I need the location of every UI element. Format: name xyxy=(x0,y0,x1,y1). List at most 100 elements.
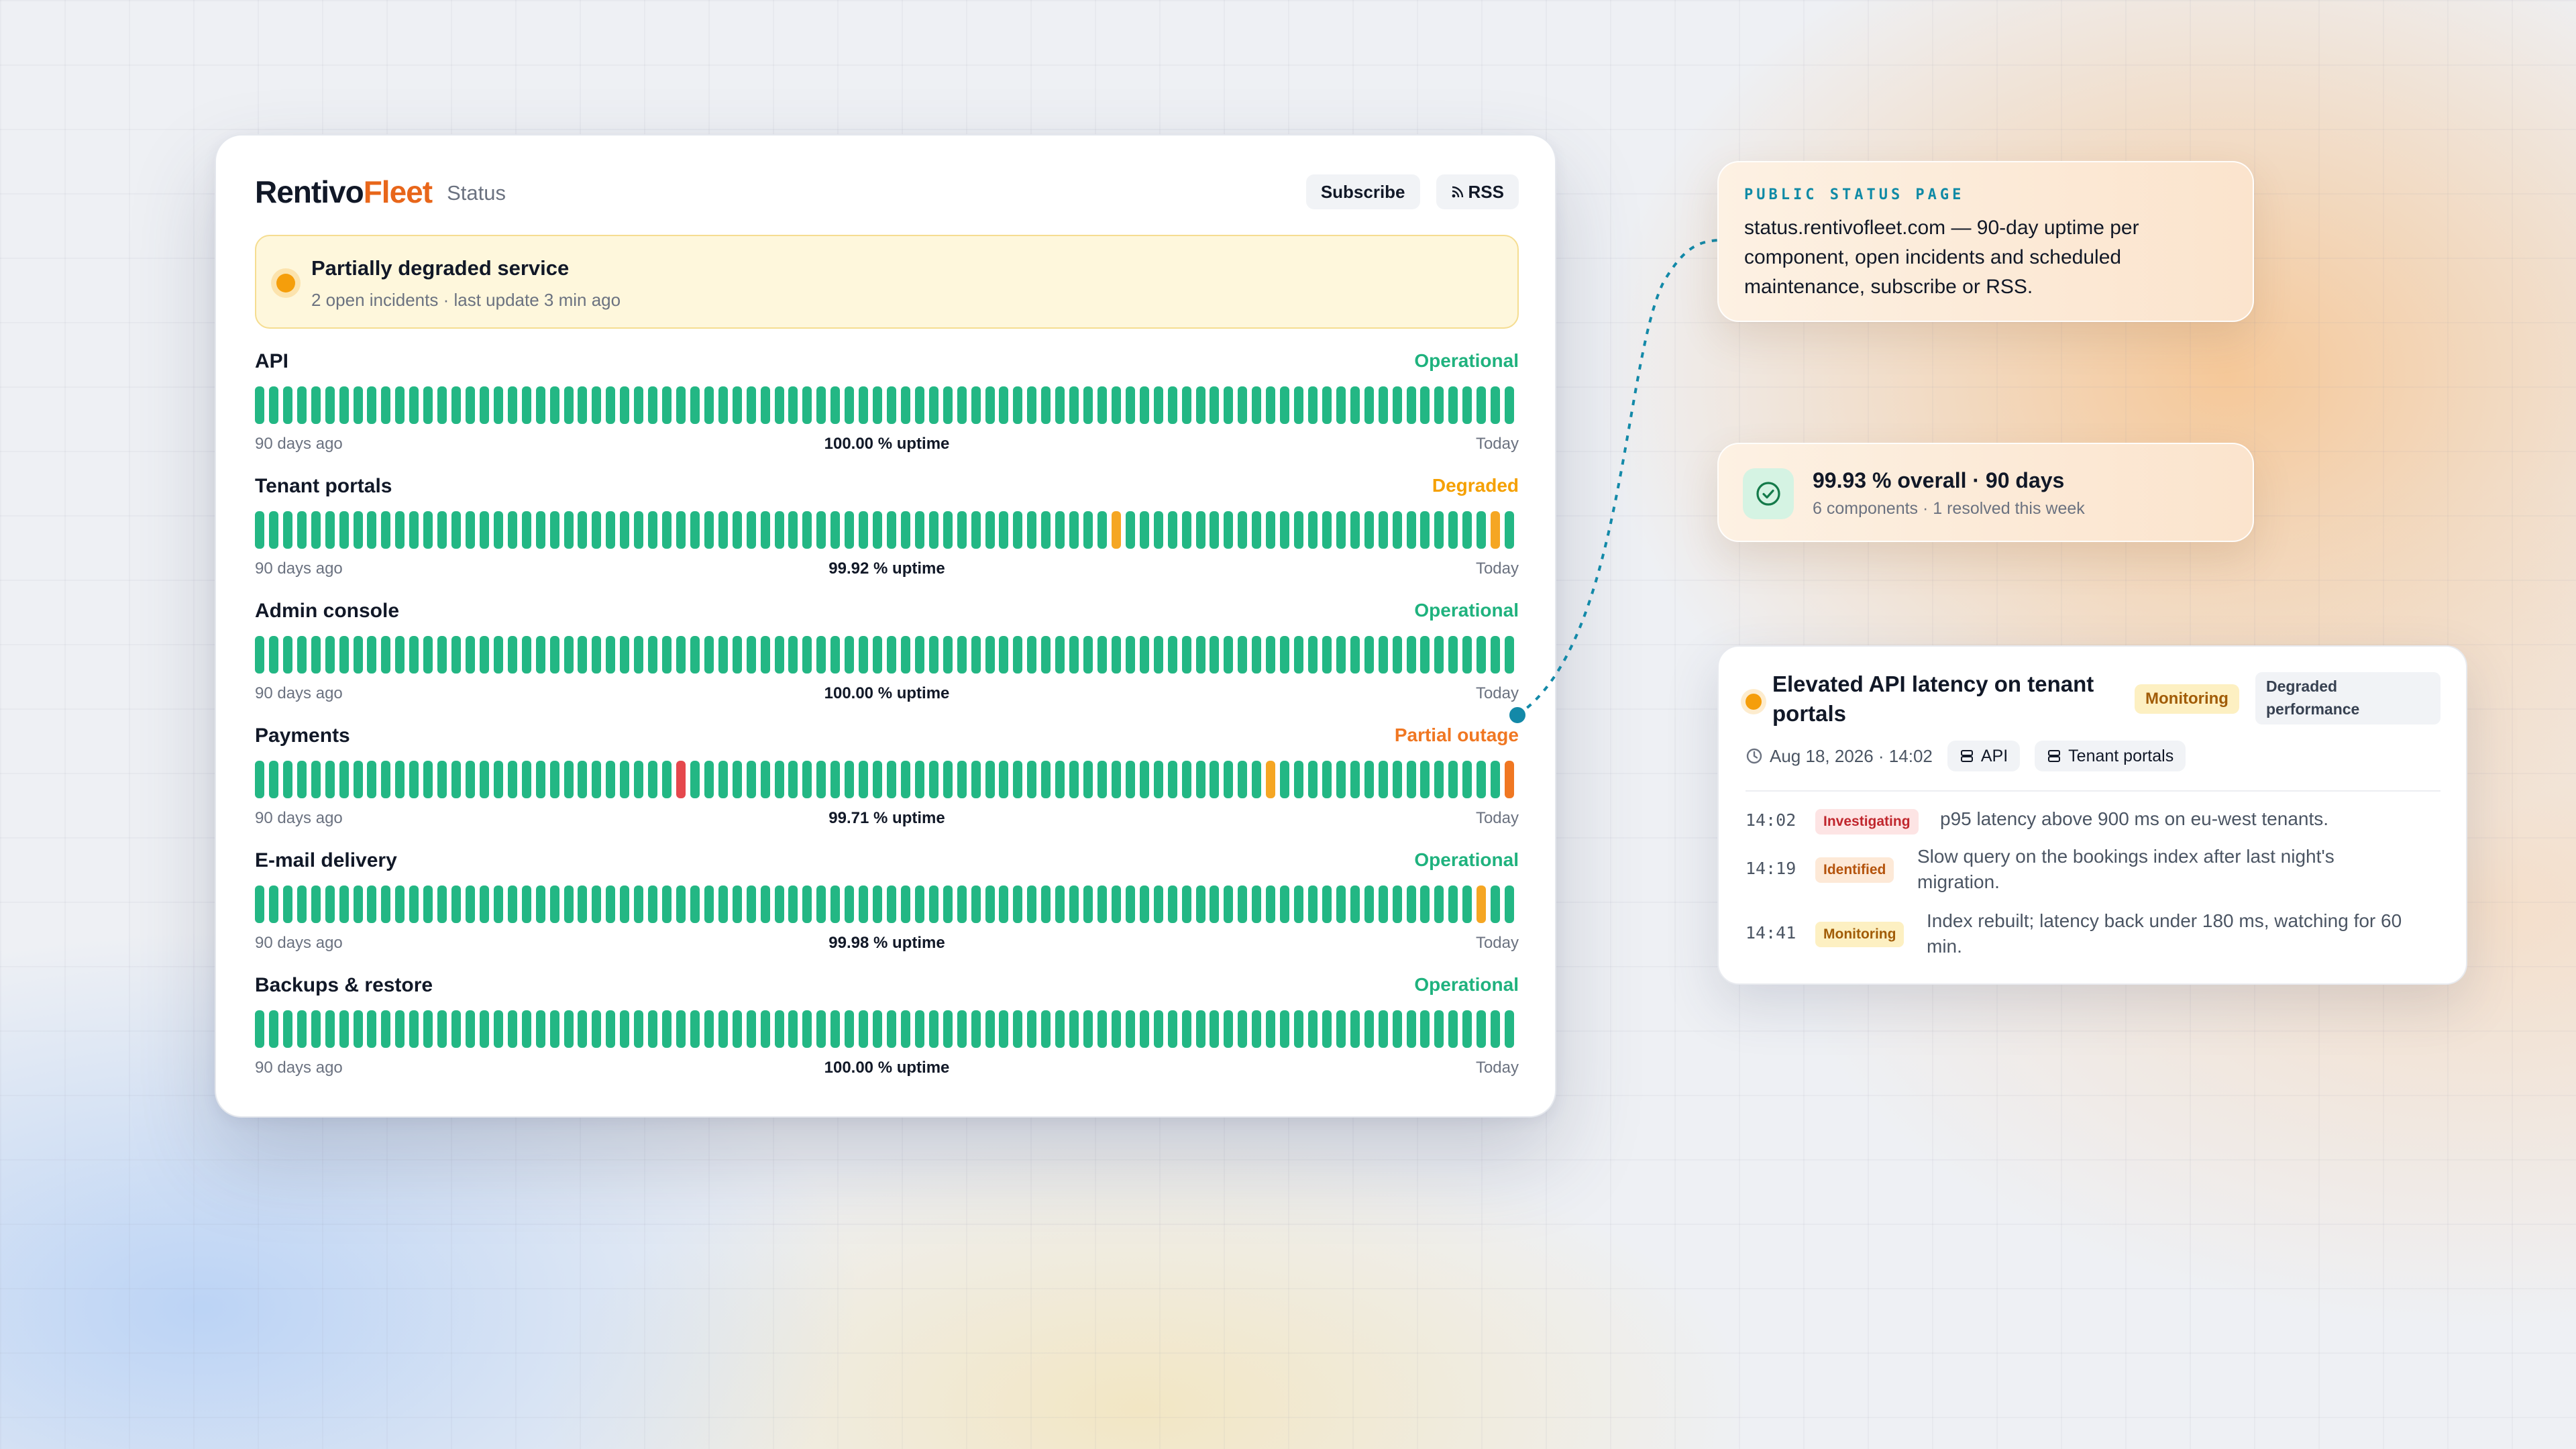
uptime-bar[interactable] xyxy=(704,636,714,674)
uptime-bar[interactable] xyxy=(760,386,770,424)
uptime-bar[interactable] xyxy=(1448,1010,1458,1048)
uptime-bar[interactable] xyxy=(1350,885,1360,923)
uptime-bar[interactable] xyxy=(830,1010,841,1048)
uptime-bar[interactable] xyxy=(774,885,784,923)
uptime-bar[interactable] xyxy=(1027,761,1037,798)
brand-logo[interactable]: RentivoFleet xyxy=(255,174,433,210)
uptime-bar[interactable] xyxy=(985,885,995,923)
uptime-bar[interactable] xyxy=(578,885,588,923)
uptime-bar[interactable] xyxy=(325,1010,335,1048)
uptime-bar[interactable] xyxy=(1041,761,1051,798)
uptime-bar[interactable] xyxy=(549,885,559,923)
uptime-bar[interactable] xyxy=(914,1010,924,1048)
uptime-bar[interactable] xyxy=(1336,636,1346,674)
uptime-bar[interactable] xyxy=(648,761,658,798)
uptime-bar[interactable] xyxy=(760,636,770,674)
uptime-bar-incident[interactable] xyxy=(1477,885,1487,923)
uptime-bar[interactable] xyxy=(297,636,307,674)
uptime-bar[interactable] xyxy=(1083,386,1093,424)
uptime-bar[interactable] xyxy=(676,885,686,923)
uptime-bar[interactable] xyxy=(900,386,910,424)
uptime-bar[interactable] xyxy=(634,1010,644,1048)
uptime-bar[interactable] xyxy=(928,761,938,798)
uptime-bar[interactable] xyxy=(1252,885,1262,923)
uptime-bar[interactable] xyxy=(493,636,503,674)
uptime-bar[interactable] xyxy=(437,761,447,798)
uptime-bar[interactable] xyxy=(367,386,377,424)
uptime-bar[interactable] xyxy=(816,636,826,674)
uptime-bar[interactable] xyxy=(1434,761,1444,798)
uptime-bar[interactable] xyxy=(353,511,363,549)
uptime-bar[interactable] xyxy=(381,761,391,798)
uptime-bar[interactable] xyxy=(311,885,321,923)
uptime-bar[interactable] xyxy=(1491,885,1501,923)
uptime-bar[interactable] xyxy=(1378,636,1388,674)
uptime-bar[interactable] xyxy=(1153,761,1163,798)
uptime-bar[interactable] xyxy=(873,636,883,674)
uptime-bar[interactable] xyxy=(1420,885,1430,923)
uptime-bar[interactable] xyxy=(802,511,812,549)
uptime-bar[interactable] xyxy=(1491,386,1501,424)
uptime-bar[interactable] xyxy=(1462,386,1472,424)
uptime-bar[interactable] xyxy=(1322,511,1332,549)
uptime-bar[interactable] xyxy=(873,386,883,424)
uptime-bar[interactable] xyxy=(1139,386,1149,424)
uptime-bar[interactable] xyxy=(606,636,616,674)
uptime-bar[interactable] xyxy=(999,386,1009,424)
uptime-bar-incident[interactable] xyxy=(1491,511,1501,549)
uptime-bar[interactable] xyxy=(620,636,630,674)
uptime-bar[interactable] xyxy=(1069,885,1079,923)
uptime-bar-incident[interactable] xyxy=(1266,761,1276,798)
uptime-bar[interactable] xyxy=(578,1010,588,1048)
uptime-bar[interactable] xyxy=(760,885,770,923)
uptime-bar[interactable] xyxy=(802,1010,812,1048)
uptime-bar[interactable] xyxy=(535,1010,545,1048)
uptime-bar[interactable] xyxy=(1083,511,1093,549)
uptime-bar[interactable] xyxy=(282,885,292,923)
uptime-bar[interactable] xyxy=(451,386,462,424)
uptime-bar-incident[interactable] xyxy=(1505,761,1515,798)
uptime-bar[interactable] xyxy=(1322,761,1332,798)
uptime-bar[interactable] xyxy=(1167,885,1177,923)
uptime-bar[interactable] xyxy=(1420,761,1430,798)
uptime-bar[interactable] xyxy=(1224,885,1234,923)
uptime-bar[interactable] xyxy=(746,1010,756,1048)
uptime-bar[interactable] xyxy=(830,885,841,923)
uptime-bar[interactable] xyxy=(549,761,559,798)
uptime-bar[interactable] xyxy=(1027,636,1037,674)
uptime-bar[interactable] xyxy=(367,636,377,674)
uptime-bar[interactable] xyxy=(1013,761,1023,798)
uptime-bar[interactable] xyxy=(1294,885,1304,923)
uptime-bar[interactable] xyxy=(1266,511,1276,549)
uptime-bar[interactable] xyxy=(325,761,335,798)
uptime-bar[interactable] xyxy=(718,761,728,798)
uptime-bar[interactable] xyxy=(732,636,742,674)
uptime-bar[interactable] xyxy=(845,885,855,923)
uptime-bar[interactable] xyxy=(578,386,588,424)
uptime-bar[interactable] xyxy=(423,511,433,549)
uptime-bar[interactable] xyxy=(690,636,700,674)
uptime-bar[interactable] xyxy=(521,1010,531,1048)
uptime-bar[interactable] xyxy=(1252,511,1262,549)
uptime-bar[interactable] xyxy=(1210,636,1220,674)
uptime-bar[interactable] xyxy=(971,761,981,798)
uptime-bar[interactable] xyxy=(914,636,924,674)
uptime-bar[interactable] xyxy=(971,636,981,674)
uptime-bar[interactable] xyxy=(451,636,462,674)
uptime-bar[interactable] xyxy=(1210,1010,1220,1048)
uptime-bar[interactable] xyxy=(1181,386,1191,424)
uptime-bar[interactable] xyxy=(521,761,531,798)
uptime-bar[interactable] xyxy=(535,636,545,674)
uptime-bar[interactable] xyxy=(634,885,644,923)
uptime-bar[interactable] xyxy=(395,761,405,798)
uptime-bar[interactable] xyxy=(1195,885,1205,923)
uptime-bar[interactable] xyxy=(1224,511,1234,549)
uptime-bar[interactable] xyxy=(648,1010,658,1048)
uptime-bar[interactable] xyxy=(620,1010,630,1048)
uptime-bar[interactable] xyxy=(1280,1010,1290,1048)
uptime-bar[interactable] xyxy=(802,885,812,923)
component-row[interactable]: Tenant portals Degraded 90 days ago 99.92 %… xyxy=(255,474,1519,581)
uptime-bar[interactable] xyxy=(479,636,489,674)
uptime-bar[interactable] xyxy=(788,511,798,549)
uptime-bar[interactable] xyxy=(479,511,489,549)
